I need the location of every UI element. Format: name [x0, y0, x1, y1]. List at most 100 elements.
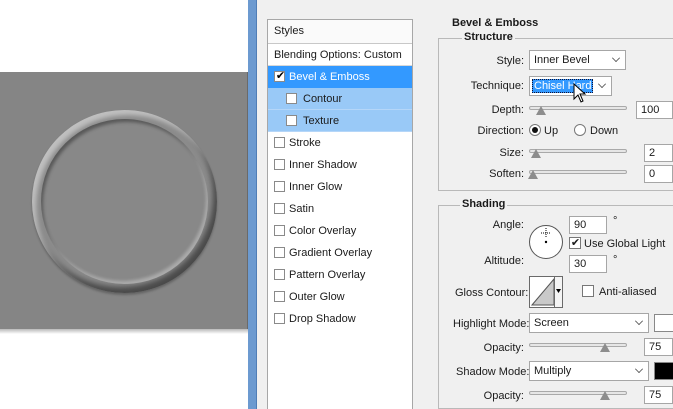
depth-slider-handle[interactable] [536, 106, 546, 115]
direction-up-label: Up [544, 125, 559, 137]
style-dropdown[interactable]: Inner Bevel [529, 50, 626, 70]
styles-list-panel: Styles Blending Options: Custom ✔ Bevel … [267, 19, 413, 409]
style-item-label: Bevel & Emboss [289, 71, 370, 83]
shadow-color-swatch[interactable] [654, 362, 673, 380]
depth-label: Depth: [491, 104, 524, 116]
altitude-degree-symbol: ° [613, 254, 618, 266]
highlight-mode-value: Screen [534, 317, 569, 329]
style-item-satin[interactable]: Satin [268, 198, 412, 220]
style-item-label: Stroke [289, 137, 321, 149]
shading-title: Shading [460, 198, 508, 210]
checkmark-icon: ✔ [275, 70, 286, 82]
shadow-opacity-slider[interactable] [529, 391, 627, 395]
style-item-contour[interactable]: Contour [268, 88, 412, 110]
use-global-light-checkbox[interactable]: ✔ [569, 237, 581, 249]
layer-style-dialog: Styles Blending Options: Custom ✔ Bevel … [248, 0, 673, 409]
color-overlay-checkbox[interactable] [274, 225, 285, 236]
style-item-label: Contour [303, 93, 343, 105]
chevron-down-icon [612, 54, 620, 62]
size-slider[interactable] [529, 149, 627, 153]
angle-input[interactable]: 90 [569, 216, 607, 234]
gradient-overlay-checkbox[interactable] [274, 247, 285, 258]
style-item-label: Inner Shadow [289, 159, 357, 171]
satin-checkbox[interactable] [274, 203, 285, 214]
technique-label: Technique: [470, 80, 524, 92]
styles-header[interactable]: Styles [268, 20, 412, 44]
shadow-mode-value: Multiply [534, 365, 572, 377]
style-item-pattern-overlay[interactable]: Pattern Overlay [268, 264, 412, 286]
highlight-opacity-slider[interactable] [529, 343, 627, 347]
shadow-mode-dropdown[interactable]: Multiply [529, 361, 649, 381]
size-slider-handle[interactable] [531, 149, 541, 158]
shadow-opacity-input[interactable]: 75 [644, 386, 673, 404]
mouse-cursor-icon [573, 83, 587, 103]
stroke-checkbox[interactable] [274, 137, 285, 148]
outer-glow-checkbox[interactable] [274, 291, 285, 302]
checkmark-icon: ✔ [570, 237, 581, 249]
altitude-label: Altitude: [484, 255, 524, 267]
pattern-overlay-checkbox[interactable] [274, 269, 285, 280]
gloss-contour-label: Gloss Contour: [455, 287, 529, 299]
bevel-emboss-title: Bevel & Emboss [452, 17, 539, 29]
style-item-label: Satin [289, 203, 315, 215]
altitude-input[interactable]: 30 [569, 255, 607, 273]
chevron-down-icon [598, 80, 606, 88]
style-item-label: Texture [303, 115, 340, 127]
chevron-down-icon [635, 317, 643, 325]
style-item-bevel-emboss[interactable]: ✔ Bevel & Emboss [268, 66, 412, 88]
style-item-label: Gradient Overlay [289, 247, 373, 259]
highlight-opacity-slider-handle[interactable] [600, 343, 610, 352]
style-item-label: Inner Glow [289, 181, 343, 193]
highlight-opacity-input[interactable]: 75 [644, 338, 673, 356]
angle-dial[interactable] [528, 224, 564, 260]
style-item-texture[interactable]: Texture [268, 110, 412, 132]
soften-slider-handle[interactable] [528, 170, 538, 179]
style-item-gradient-overlay[interactable]: Gradient Overlay [268, 242, 412, 264]
soften-slider[interactable] [529, 170, 627, 174]
gloss-contour-preview[interactable] [529, 276, 563, 308]
shadow-opacity-slider-handle[interactable] [600, 391, 610, 400]
direction-down-radio[interactable] [574, 124, 586, 136]
style-item-label: Pattern Overlay [289, 269, 366, 281]
style-label: Style: [496, 55, 524, 67]
style-item-inner-shadow[interactable]: Inner Shadow [268, 154, 412, 176]
beveled-circle-shape [32, 110, 217, 293]
circle-inner-face [41, 119, 208, 284]
style-item-inner-glow[interactable]: Inner Glow [268, 176, 412, 198]
document-canvas[interactable] [0, 0, 248, 409]
highlight-mode-dropdown[interactable]: Screen [529, 313, 649, 333]
style-item-color-overlay[interactable]: Color Overlay [268, 220, 412, 242]
use-global-light-label: Use Global Light [584, 238, 666, 250]
dialog-left-border [248, 0, 257, 409]
inner-glow-checkbox[interactable] [274, 181, 285, 192]
direction-up-radio[interactable] [529, 124, 541, 136]
texture-checkbox[interactable] [286, 115, 297, 126]
drop-shadow-checkbox[interactable] [274, 313, 285, 324]
size-label: Size: [499, 147, 524, 159]
bevel-emboss-checkbox[interactable]: ✔ [274, 70, 286, 82]
style-item-label: Color Overlay [289, 225, 357, 237]
size-input[interactable]: 2 [644, 144, 673, 162]
technique-dropdown[interactable]: Chisel Hard [529, 76, 612, 96]
shadow-mode-label: Shadow Mode: [456, 366, 530, 378]
soften-input[interactable]: 0 [644, 165, 673, 183]
inner-shadow-checkbox[interactable] [274, 159, 285, 170]
depth-input[interactable]: 100 [636, 101, 673, 119]
canvas-shadow [0, 329, 248, 334]
contour-checkbox[interactable] [286, 93, 297, 104]
bevel-emboss-settings: Bevel & Emboss Structure Style: Inner Be… [423, 0, 673, 409]
style-dropdown-value: Inner Bevel [534, 54, 590, 66]
blending-options-item[interactable]: Blending Options: Custom [268, 44, 412, 66]
anti-aliased-checkbox[interactable] [582, 285, 594, 297]
style-item-drop-shadow[interactable]: Drop Shadow [268, 308, 412, 330]
style-item-stroke[interactable]: Stroke [268, 132, 412, 154]
shadow-opacity-label: Opacity: [483, 390, 524, 402]
structure-title: Structure [462, 31, 515, 43]
highlight-mode-label: Highlight Mode: [453, 318, 530, 330]
style-item-outer-glow[interactable]: Outer Glow [268, 286, 412, 308]
highlight-color-swatch[interactable] [654, 314, 673, 332]
direction-label: Direction: [477, 125, 524, 137]
direction-down-label: Down [590, 125, 619, 137]
style-item-label: Outer Glow [289, 291, 345, 303]
angle-label: Angle: [492, 219, 524, 231]
